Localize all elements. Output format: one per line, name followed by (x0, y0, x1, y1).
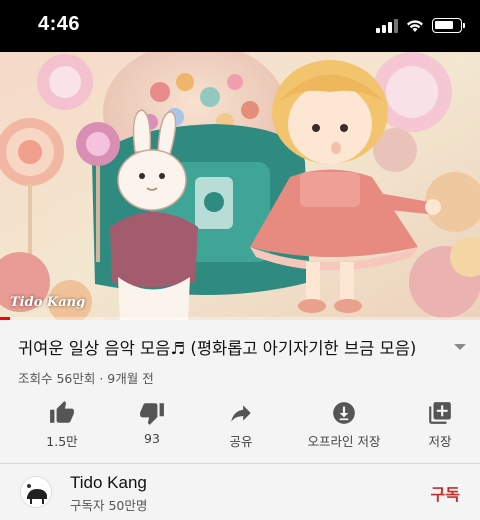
subscriber-count: 구독자 50만명 (70, 498, 148, 513)
dislike-button[interactable]: 93 (110, 396, 194, 460)
download-button[interactable]: 오프라인 저장 (288, 396, 400, 460)
action-bar: 1.5만 93 공유 오프라인 저장 저장 (0, 396, 480, 460)
like-button[interactable]: 1.5만 (14, 396, 110, 460)
video-watermark: Tido Kang (10, 295, 86, 310)
piano-logo-icon (21, 477, 51, 507)
status-time: 4:46 (38, 13, 81, 35)
channel-row[interactable]: Tido Kang 구독자 50만명 구독 (0, 464, 480, 520)
video-title: 귀여운 일상 음악 모음♬ (평화롭고 아기자기한 브금 모음) (18, 339, 417, 358)
signal-icon (376, 18, 398, 33)
save-label: 저장 (428, 434, 452, 449)
expand-description-icon[interactable] (454, 344, 466, 350)
thumbs-down-icon (140, 403, 164, 425)
download-icon (333, 402, 355, 424)
battery-icon (432, 18, 465, 33)
video-info: 귀여운 일상 음악 모음♬ (평화롭고 아기자기한 브금 모음) 조회수 56만… (0, 320, 480, 460)
video-thumbnail (0, 52, 480, 320)
share-button[interactable]: 공유 (194, 396, 288, 460)
status-bar: 4:46 (0, 0, 480, 52)
like-count: 1.5만 (46, 434, 78, 449)
status-icons (376, 18, 465, 33)
video-meta: 조회수 56만회 · 9개월 전 (18, 371, 154, 386)
share-label: 공유 (229, 434, 253, 449)
playlist-add-icon (429, 402, 451, 424)
download-label: 오프라인 저장 (307, 434, 381, 449)
video-player[interactable]: Tido Kang (0, 52, 480, 320)
channel-name[interactable]: Tido Kang (70, 473, 147, 493)
subscribe-button[interactable]: 구독 (431, 481, 460, 505)
channel-avatar[interactable] (20, 476, 52, 508)
dislike-count: 93 (144, 431, 160, 446)
save-button[interactable]: 저장 (400, 396, 480, 460)
thumbs-up-icon (50, 401, 74, 423)
share-icon (231, 405, 251, 422)
wifi-icon (407, 19, 423, 32)
